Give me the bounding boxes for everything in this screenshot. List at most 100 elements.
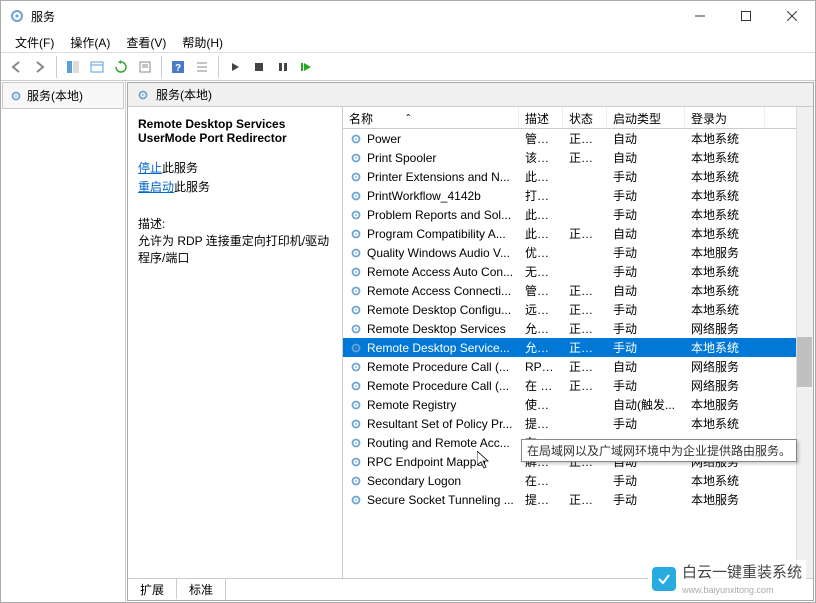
col-startup[interactable]: 启动类型 bbox=[607, 107, 685, 128]
service-row[interactable]: Resultant Set of Policy Pr...提供...手动本地系统 bbox=[343, 414, 813, 433]
services-window: 服务 文件(F) 操作(A) 查看(V) 帮助(H) ? bbox=[0, 0, 816, 603]
cell-logon: 网络服务 bbox=[685, 320, 765, 337]
export-button[interactable] bbox=[86, 56, 108, 78]
cell-desc: 管理... bbox=[519, 130, 563, 147]
stop-link[interactable]: 停止 bbox=[138, 161, 162, 175]
cell-logon: 本地系统 bbox=[685, 301, 765, 318]
tab-standard[interactable]: 标准 bbox=[177, 579, 226, 600]
forward-button[interactable] bbox=[29, 56, 51, 78]
cell-desc: 打印... bbox=[519, 187, 563, 204]
cell-name: Problem Reports and Sol... bbox=[343, 208, 519, 222]
minimize-button[interactable] bbox=[677, 1, 723, 31]
cell-startup: 手动 bbox=[607, 244, 685, 261]
right-pane-header: 服务(本地) bbox=[128, 83, 813, 107]
cell-logon: 网络服务 bbox=[685, 358, 765, 375]
service-list: 名称 ˆ 描述 状态 启动类型 登录为 Power管理...正在...自动本地系… bbox=[343, 107, 813, 578]
cell-logon: 本地服务 bbox=[685, 491, 765, 508]
cell-desc: 管理... bbox=[519, 282, 563, 299]
cell-logon: 本地系统 bbox=[685, 472, 765, 489]
menu-action[interactable]: 操作(A) bbox=[62, 31, 118, 52]
service-row[interactable]: Remote Desktop Services允许...正在...手动网络服务 bbox=[343, 319, 813, 338]
service-row[interactable]: Remote Desktop Service...允许...正在...手动本地系… bbox=[343, 338, 813, 357]
service-row[interactable]: Power管理...正在...自动本地系统 bbox=[343, 129, 813, 148]
service-row[interactable]: Program Compatibility A...此服...正在...自动本地… bbox=[343, 224, 813, 243]
cell-name: Program Compatibility A... bbox=[343, 227, 519, 241]
tree-pane: 服务(本地) bbox=[1, 81, 126, 602]
maximize-button[interactable] bbox=[723, 1, 769, 31]
cell-desc: 无论... bbox=[519, 263, 563, 280]
properties-button[interactable] bbox=[134, 56, 156, 78]
vertical-scrollbar[interactable] bbox=[796, 107, 813, 578]
cell-name: Remote Desktop Services bbox=[343, 322, 519, 336]
cell-name: Secondary Logon bbox=[343, 474, 519, 488]
cell-name: Resultant Set of Policy Pr... bbox=[343, 417, 519, 431]
menu-help[interactable]: 帮助(H) bbox=[174, 31, 231, 52]
cell-startup: 手动 bbox=[607, 415, 685, 432]
cell-startup: 自动 bbox=[607, 149, 685, 166]
watermark-brand: 白云一键重装系统 bbox=[682, 564, 802, 581]
cell-logon: 本地系统 bbox=[685, 149, 765, 166]
cell-status: 正在... bbox=[563, 339, 607, 356]
cell-startup: 自动(触发... bbox=[607, 396, 685, 413]
scroll-thumb[interactable] bbox=[797, 337, 812, 387]
list-button[interactable] bbox=[191, 56, 213, 78]
service-row[interactable]: Secure Socket Tunneling ...提供...正在...手动本… bbox=[343, 490, 813, 509]
restart-link[interactable]: 重启动 bbox=[138, 180, 174, 194]
toolbar: ? bbox=[1, 53, 815, 81]
description-label: 描述: bbox=[138, 215, 332, 232]
cell-startup: 手动 bbox=[607, 168, 685, 185]
mouse-cursor bbox=[477, 451, 493, 471]
cell-logon: 本地系统 bbox=[685, 339, 765, 356]
service-row[interactable]: Print Spooler该服...正在...自动本地系统 bbox=[343, 148, 813, 167]
col-description[interactable]: 描述 bbox=[519, 107, 563, 128]
service-row[interactable]: Remote Access Connecti...管理...正在...自动本地系… bbox=[343, 281, 813, 300]
service-row[interactable]: Remote Desktop Configu...远程...正在...手动本地系… bbox=[343, 300, 813, 319]
cell-name: Routing and Remote Acc... bbox=[343, 436, 519, 450]
tree-item-services-local[interactable]: 服务(本地) bbox=[2, 82, 124, 109]
cell-desc: 远程... bbox=[519, 301, 563, 318]
cell-logon: 本地系统 bbox=[685, 415, 765, 432]
restart-service-button[interactable] bbox=[296, 56, 318, 78]
cell-desc: 使远... bbox=[519, 396, 563, 413]
pause-service-button[interactable] bbox=[272, 56, 294, 78]
col-name[interactable]: 名称 ˆ bbox=[343, 107, 519, 128]
close-button[interactable] bbox=[769, 1, 815, 31]
service-row[interactable]: Remote Procedure Call (...在 W...正在...手动网… bbox=[343, 376, 813, 395]
cell-status: 正在... bbox=[563, 130, 607, 147]
service-row[interactable]: Remote Registry使远...自动(触发...本地服务 bbox=[343, 395, 813, 414]
description-text: 允许为 RDP 连接重定向打印机/驱动程序/端口 bbox=[138, 232, 332, 266]
service-row[interactable]: Remote Access Auto Con...无论...手动本地系统 bbox=[343, 262, 813, 281]
stop-service-button[interactable] bbox=[248, 56, 270, 78]
app-icon bbox=[9, 8, 25, 24]
start-service-button[interactable] bbox=[224, 56, 246, 78]
cell-status: 正在... bbox=[563, 320, 607, 337]
back-button[interactable] bbox=[5, 56, 27, 78]
titlebar[interactable]: 服务 bbox=[1, 1, 815, 31]
cell-startup: 手动 bbox=[607, 377, 685, 394]
menu-file[interactable]: 文件(F) bbox=[7, 31, 62, 52]
service-row[interactable]: Problem Reports and Sol...此服...手动本地系统 bbox=[343, 205, 813, 224]
col-logon[interactable]: 登录为 bbox=[685, 107, 765, 128]
cell-name: Remote Access Auto Con... bbox=[343, 265, 519, 279]
cell-logon: 本地系统 bbox=[685, 225, 765, 242]
cell-startup: 手动 bbox=[607, 206, 685, 223]
col-status[interactable]: 状态 bbox=[563, 107, 607, 128]
tab-extended[interactable]: 扩展 bbox=[128, 579, 177, 600]
show-hide-tree-button[interactable] bbox=[62, 56, 84, 78]
service-row[interactable]: PrintWorkflow_4142b打印...手动本地系统 bbox=[343, 186, 813, 205]
cell-name: Remote Desktop Configu... bbox=[343, 303, 519, 317]
cell-desc: 在 W... bbox=[519, 377, 563, 394]
help-button[interactable]: ? bbox=[167, 56, 189, 78]
service-row[interactable]: Remote Procedure Call (...RPC...正在...自动网… bbox=[343, 357, 813, 376]
cell-name: Secure Socket Tunneling ... bbox=[343, 493, 519, 507]
refresh-button[interactable] bbox=[110, 56, 132, 78]
cell-logon: 本地服务 bbox=[685, 244, 765, 261]
cell-status: 正在... bbox=[563, 491, 607, 508]
tooltip: 在局域网以及广域网环境中为企业提供路由服务。 bbox=[521, 439, 797, 462]
cell-logon: 本地系统 bbox=[685, 282, 765, 299]
service-row[interactable]: Quality Windows Audio V...优质...手动本地服务 bbox=[343, 243, 813, 262]
cell-status: 正在... bbox=[563, 282, 607, 299]
menu-view[interactable]: 查看(V) bbox=[118, 31, 174, 52]
service-row[interactable]: Printer Extensions and N...此服...手动本地系统 bbox=[343, 167, 813, 186]
service-row[interactable]: Secondary Logon在不...手动本地系统 bbox=[343, 471, 813, 490]
